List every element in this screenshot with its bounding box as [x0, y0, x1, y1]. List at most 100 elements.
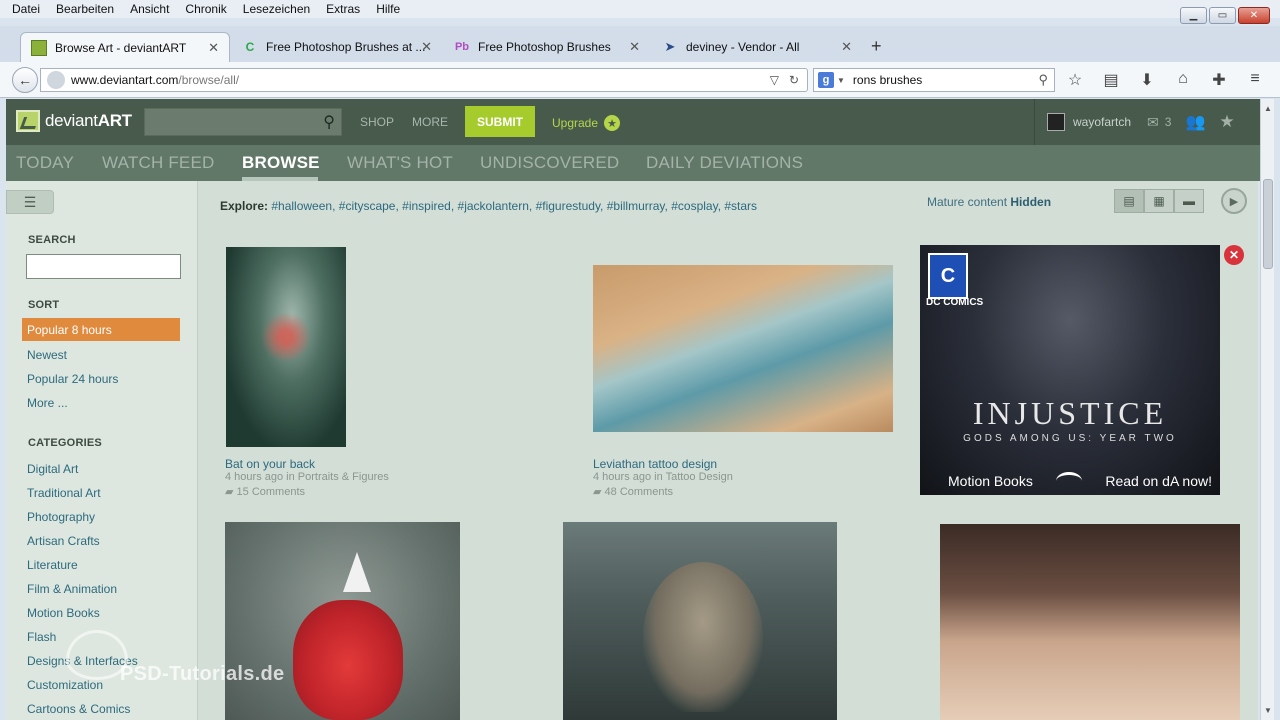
tag-inspired[interactable]: #inspired, — [402, 199, 454, 213]
sort-item-popular-8-hours[interactable]: Popular 8 hours — [22, 318, 180, 341]
engine-dropdown-icon[interactable]: ▼ — [837, 76, 845, 85]
hamburger-menu-icon[interactable]: ≡ — [1244, 70, 1266, 90]
tab-free-photoshop-brushes-at[interactable]: C Free Photoshop Brushes at ... ✕ — [232, 32, 442, 62]
tab-free-photoshop-brushes[interactable]: Pb Free Photoshop Brushes ✕ — [444, 32, 650, 62]
tag-jackolantern[interactable]: #jackolantern, — [458, 199, 533, 213]
search-input[interactable] — [852, 73, 1033, 87]
downloads-icon[interactable]: ⬇ — [1136, 70, 1158, 90]
sort-item-more[interactable]: More ... — [27, 396, 68, 410]
view-grid-button[interactable]: ▦ — [1144, 189, 1174, 213]
menu-hilfe[interactable]: Hilfe — [368, 2, 408, 16]
thumbnail-photography[interactable] — [940, 524, 1240, 720]
bookmark-star-icon[interactable]: ☆ — [1064, 70, 1086, 90]
tag-billmurray[interactable]: #billmurray, — [607, 199, 668, 213]
more-link[interactable]: MORE — [412, 115, 448, 129]
deviation-comments[interactable]: ▰ 15 Comments — [225, 485, 305, 498]
address-bar[interactable]: www.deviantart.com/browse/all/ ▽ ↻ — [40, 68, 808, 92]
username[interactable]: wayofartch — [1073, 115, 1131, 129]
sidebar-search-input[interactable] — [26, 254, 181, 279]
tab-deviney-vendor[interactable]: ➤ deviney - Vendor - All ✕ — [652, 32, 862, 62]
maximize-button[interactable]: ▭ — [1209, 7, 1236, 24]
category-artisan-crafts[interactable]: Artisan Crafts — [27, 534, 100, 548]
ad-close-button[interactable]: ✕ — [1224, 245, 1244, 265]
search-icon[interactable]: ⚲ — [323, 112, 335, 132]
view-large-button[interactable]: ▬ — [1174, 189, 1204, 213]
friends-icon[interactable]: 👥 — [1185, 112, 1205, 132]
category-photography[interactable]: Photography — [27, 510, 95, 524]
category-digital-art[interactable]: Digital Art — [27, 462, 78, 476]
menu-lesezeichen[interactable]: Lesezeichen — [235, 2, 318, 16]
thumbnail-leviathan-tattoo-design[interactable] — [593, 265, 893, 432]
address-url[interactable]: www.deviantart.com/browse/all/ — [71, 73, 770, 87]
back-button[interactable]: ← — [12, 67, 38, 93]
nav-daily-deviations[interactable]: DAILY DEVIATIONS — [646, 153, 803, 173]
tag-cityscape[interactable]: #cityscape, — [339, 199, 399, 213]
mature-content-toggle[interactable]: Mature content Hidden — [927, 195, 1051, 209]
category-customization[interactable]: Customization — [27, 678, 103, 692]
category-film-animation[interactable]: Film & Animation — [27, 582, 117, 596]
category-literature[interactable]: Literature — [27, 558, 78, 572]
menu-bearbeiten[interactable]: Bearbeiten — [48, 2, 122, 16]
dropdown-arrow-icon[interactable]: ▽ — [770, 73, 779, 87]
menu-chronik[interactable]: Chronik — [177, 2, 234, 16]
site-search-input[interactable]: ⚲ — [144, 108, 342, 136]
view-list-button[interactable]: ▤ — [1114, 189, 1144, 213]
deviation-comments[interactable]: ▰ 48 Comments — [593, 485, 673, 498]
deviation-category[interactable]: Portraits & Figures — [298, 471, 389, 483]
home-icon[interactable]: ⌂ — [1172, 70, 1194, 90]
thumbnail-bat-on-your-back[interactable] — [226, 247, 346, 447]
shop-link[interactable]: SHOP — [360, 115, 394, 129]
favorites-star-icon[interactable]: ★ — [1219, 112, 1234, 132]
google-engine-icon[interactable]: g — [818, 72, 834, 88]
injustice-ad[interactable]: C DC COMICS INJUSTICE GODS AMONG US: YEA… — [920, 245, 1220, 495]
submit-button[interactable]: SUBMIT — [465, 106, 535, 137]
deviantart-logo[interactable]: deviantART — [16, 110, 132, 132]
category-motion-books[interactable]: Motion Books — [27, 606, 100, 620]
nav-today[interactable]: TODAY — [16, 153, 74, 173]
scroll-up-icon[interactable]: ▲ — [1261, 101, 1275, 115]
deviation-category[interactable]: Tattoo Design — [666, 471, 733, 483]
nav-watch-feed[interactable]: WATCH FEED — [102, 153, 215, 173]
sort-item-newest[interactable]: Newest — [27, 348, 67, 362]
tag-halloween[interactable]: #halloween, — [271, 199, 335, 213]
nav-whats-hot[interactable]: WHAT'S HOT — [347, 153, 453, 173]
search-icon[interactable]: ⚲ — [1038, 72, 1048, 88]
new-tab-plus-icon[interactable]: + — [871, 36, 882, 57]
mail-icon[interactable]: ✉ — [1147, 114, 1159, 131]
tab-close-icon[interactable]: ✕ — [629, 39, 640, 55]
nav-undiscovered[interactable]: UNDISCOVERED — [480, 153, 619, 173]
close-window-button[interactable]: ✕ — [1238, 7, 1270, 24]
tab-browse-art[interactable]: Browse Art - deviantART ✕ — [20, 32, 230, 62]
minimize-button[interactable]: ▁ — [1180, 7, 1207, 24]
bookmarks-list-icon[interactable]: ▤ — [1100, 70, 1122, 90]
reload-icon[interactable]: ↻ — [789, 73, 799, 87]
nav-browse[interactable]: BROWSE — [242, 153, 320, 173]
site-identity-icon[interactable] — [47, 71, 65, 89]
tag-cosplay[interactable]: #cosplay, — [671, 199, 721, 213]
menu-ansicht[interactable]: Ansicht — [122, 2, 177, 16]
message-count[interactable]: 3 — [1165, 115, 1172, 129]
category-flash[interactable]: Flash — [27, 630, 56, 644]
slideshow-play-button[interactable]: ▶ — [1221, 188, 1247, 214]
tab-close-icon[interactable]: ✕ — [421, 39, 432, 55]
addons-puzzle-icon[interactable]: ✚ — [1208, 70, 1230, 90]
deviation-title[interactable]: Leviathan tattoo design — [593, 457, 717, 471]
upgrade-link[interactable]: Upgrade ★ — [552, 115, 621, 131]
category-cartoons-comics[interactable]: Cartoons & Comics — [27, 702, 130, 716]
tag-figurestudy[interactable]: #figurestudy, — [536, 199, 604, 213]
scroll-down-icon[interactable]: ▼ — [1261, 703, 1275, 717]
sort-item-popular-24-hours[interactable]: Popular 24 hours — [27, 372, 118, 386]
sidebar-toggle-button[interactable]: ☰ — [6, 190, 54, 214]
deviation-title[interactable]: Bat on your back — [225, 457, 315, 471]
category-traditional-art[interactable]: Traditional Art — [27, 486, 101, 500]
vertical-scrollbar[interactable]: ▲ ▼ — [1260, 99, 1274, 720]
scrollbar-thumb[interactable] — [1263, 179, 1273, 269]
menu-datei[interactable]: Datei — [4, 2, 48, 16]
tab-close-icon[interactable]: ✕ — [841, 39, 852, 55]
menu-extras[interactable]: Extras — [318, 2, 368, 16]
thumbnail-forest-creature[interactable] — [563, 522, 837, 720]
tab-close-icon[interactable]: ✕ — [208, 40, 219, 56]
tag-stars[interactable]: #stars — [724, 199, 757, 213]
thumbnail-red-dragon-sculpture[interactable] — [225, 522, 460, 720]
avatar[interactable] — [1047, 113, 1065, 131]
